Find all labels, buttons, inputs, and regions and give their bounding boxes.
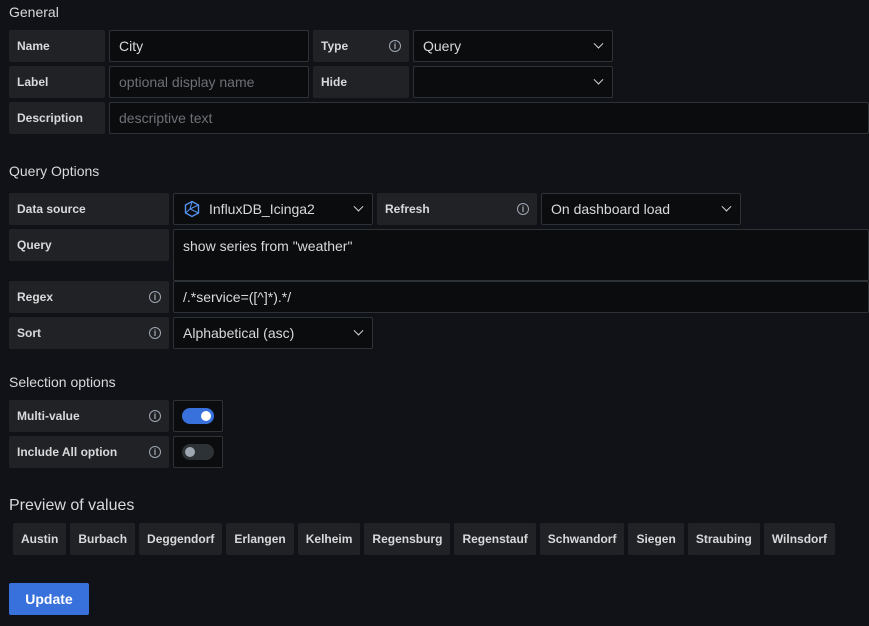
chevron-down-icon <box>593 74 604 85</box>
chevron-down-icon <box>593 38 604 49</box>
chevron-down-icon <box>353 325 364 336</box>
type-select[interactable]: Query <box>413 30 613 62</box>
switch-knob <box>185 447 195 457</box>
preview-value-chip: Deggendorf <box>139 523 223 555</box>
label-input[interactable]: optional display name <box>109 66 309 98</box>
sort-select[interactable]: Alphabetical (asc) <box>173 317 373 349</box>
regex-label-text: Regex <box>17 290 54 304</box>
info-circle-icon[interactable]: i <box>517 203 529 215</box>
label-input-placeholder: optional display name <box>119 74 255 90</box>
query-label: Query <box>9 229 169 261</box>
description-input[interactable]: descriptive text <box>109 102 869 134</box>
description-label-text: Description <box>17 111 84 125</box>
multi-value-label: Multi-value i <box>9 400 169 432</box>
refresh-select[interactable]: On dashboard load <box>541 193 741 225</box>
info-circle-icon[interactable]: i <box>149 327 161 339</box>
datasource-label-text: Data source <box>17 202 86 216</box>
multi-value-toggle[interactable] <box>173 400 223 432</box>
name-label-text: Name <box>17 39 50 53</box>
description-label: Description <box>9 102 105 134</box>
preview-value-chip: Austin <box>13 523 67 555</box>
hide-label: Hide <box>313 66 409 98</box>
info-circle-icon[interactable]: i <box>149 446 161 458</box>
preview-value-chip: Erlangen <box>226 523 294 555</box>
datasource-select-value: InfluxDB_Icinga2 <box>209 201 315 217</box>
type-select-value: Query <box>423 38 462 54</box>
name-label: Name <box>9 30 105 62</box>
hide-label-text: Hide <box>321 75 348 89</box>
query-textarea-value: show series from "weather" <box>183 238 353 254</box>
description-input-placeholder: descriptive text <box>119 110 213 126</box>
sort-label-text: Sort <box>17 326 41 340</box>
datasource-select[interactable]: InfluxDB_Icinga2 <box>173 193 373 225</box>
include-all-toggle[interactable] <box>173 436 223 468</box>
update-button[interactable]: Update <box>9 583 89 615</box>
preview-value-chip: Regenstauf <box>454 523 536 555</box>
preview-value-chip: Wilnsdorf <box>763 523 836 555</box>
include-all-label: Include All option i <box>9 436 169 468</box>
section-title-query-options: Query Options <box>9 163 100 179</box>
datasource-label: Data source <box>9 193 169 225</box>
sort-select-value: Alphabetical (asc) <box>183 325 295 341</box>
query-textarea[interactable]: show series from "weather" <box>173 229 869 281</box>
multi-value-label-text: Multi-value <box>17 409 80 423</box>
preview-values: Austin Burbach Deggendorf Erlangen Kelhe… <box>13 523 836 555</box>
switch-knob <box>201 411 211 421</box>
section-title-general: General <box>9 4 59 20</box>
regex-label: Regex i <box>9 281 169 313</box>
include-all-label-text: Include All option <box>17 445 118 459</box>
regex-input[interactable]: /.*service=([^]*).*/ <box>173 281 869 313</box>
label-label: Label <box>9 66 105 98</box>
chevron-down-icon <box>353 201 364 212</box>
section-title-selection-options: Selection options <box>9 374 116 390</box>
multi-value-switch[interactable] <box>182 408 214 424</box>
sort-label: Sort i <box>9 317 169 349</box>
regex-input-value: /.*service=([^]*).*/ <box>183 289 292 305</box>
hide-select[interactable] <box>413 66 613 98</box>
preview-value-chip: Straubing <box>687 523 760 555</box>
refresh-label: Refresh i <box>377 193 537 225</box>
refresh-label-text: Refresh <box>385 202 430 216</box>
influxdb-icon <box>184 200 200 218</box>
include-all-switch[interactable] <box>182 444 214 460</box>
chevron-down-icon <box>721 201 732 212</box>
section-title-preview: Preview of values <box>9 497 135 514</box>
info-circle-icon[interactable]: i <box>389 40 401 52</box>
preview-value-chip: Kelheim <box>297 523 361 555</box>
label-label-text: Label <box>17 75 49 89</box>
info-circle-icon[interactable]: i <box>149 291 161 303</box>
preview-value-chip: Regensburg <box>364 523 451 555</box>
info-circle-icon[interactable]: i <box>149 410 161 422</box>
preview-value-chip: Burbach <box>70 523 136 555</box>
query-label-text: Query <box>17 238 52 252</box>
type-label-text: Type <box>321 39 349 53</box>
preview-value-chip: Schwandorf <box>539 523 625 555</box>
refresh-select-value: On dashboard load <box>551 201 671 217</box>
name-input[interactable]: City <box>109 30 309 62</box>
preview-value-chip: Siegen <box>628 523 684 555</box>
type-label: Type i <box>313 30 409 62</box>
name-input-value: City <box>119 38 144 54</box>
